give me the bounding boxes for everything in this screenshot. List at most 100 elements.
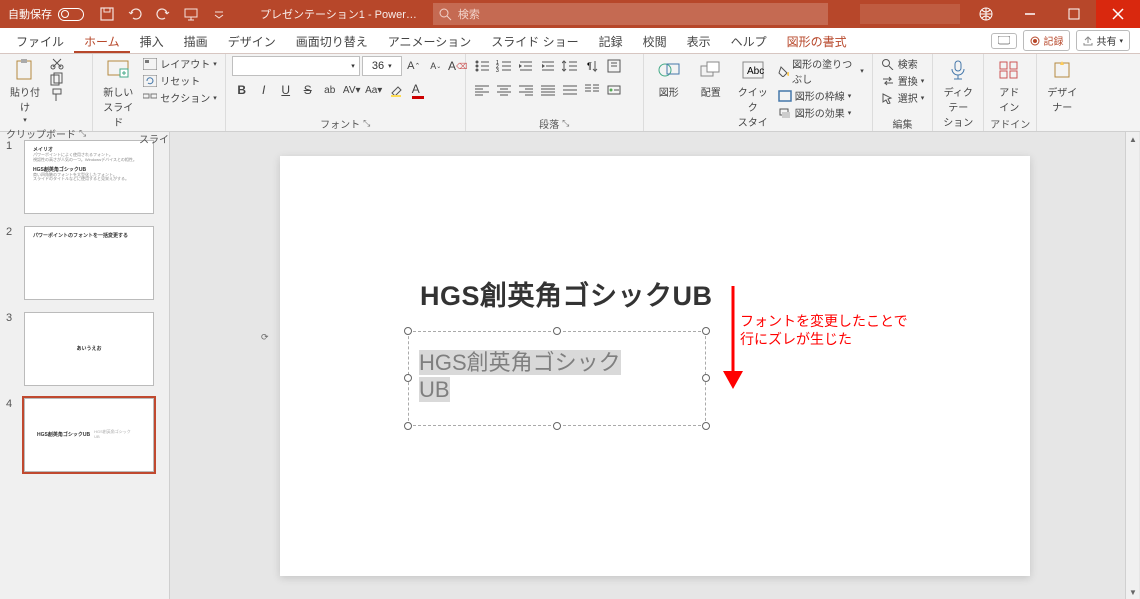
layout-button[interactable]: レイアウト▾	[141, 56, 219, 71]
tab-transition[interactable]: 画面切り替え	[286, 28, 378, 53]
align-right-button[interactable]	[516, 80, 536, 100]
user-account[interactable]	[860, 4, 960, 24]
textbox-content[interactable]: HGS創英角ゴシックUB	[409, 343, 705, 410]
line-spacing-button[interactable]	[560, 56, 580, 76]
arrange-button[interactable]: 配置	[692, 56, 730, 101]
align-left-button[interactable]	[472, 80, 492, 100]
cut-button[interactable]	[48, 56, 66, 70]
slide-editor[interactable]: HGS創英角ゴシックUB ⟳ HGS創英角ゴシックUB フォントを変更したこ	[170, 132, 1140, 599]
resize-handle[interactable]	[553, 422, 561, 430]
dictate-button[interactable]: ディクテー ション	[939, 56, 977, 131]
web-icon[interactable]	[964, 0, 1008, 28]
font-name-select[interactable]: ▾	[232, 56, 360, 76]
numbering-button[interactable]: 123	[494, 56, 514, 76]
shape-effect-button[interactable]: 図形の効果▾	[776, 105, 866, 120]
text-direction-button[interactable]: ¶	[582, 56, 602, 76]
resize-handle[interactable]	[553, 327, 561, 335]
distribute-button[interactable]	[560, 80, 580, 100]
launcher-icon[interactable]: ⤡	[363, 118, 370, 129]
redo-icon[interactable]	[150, 2, 176, 26]
tab-design[interactable]: デザイン	[218, 28, 286, 53]
share-button[interactable]: 共有▾	[1076, 30, 1130, 51]
find-button[interactable]: 検索	[879, 56, 927, 71]
italic-button[interactable]: I	[254, 80, 274, 100]
resize-handle[interactable]	[404, 422, 412, 430]
tab-review[interactable]: 校閲	[633, 28, 677, 53]
slideshow-start-icon[interactable]	[178, 2, 204, 26]
qat-dropdown-icon[interactable]	[206, 2, 232, 26]
shape-fill-button[interactable]: 図形の塗りつぶし▾	[776, 56, 866, 86]
shapes-button[interactable]: 図形	[650, 56, 688, 101]
tab-slideshow[interactable]: スライド ショー	[481, 28, 588, 53]
vertical-scrollbar[interactable]: ▲ ▼	[1125, 132, 1139, 599]
thumb-3[interactable]: 3 あいうえお	[6, 312, 163, 386]
shape-outline-button[interactable]: 図形の枠線▾	[776, 88, 866, 103]
scroll-up-icon[interactable]: ▲	[1126, 132, 1140, 146]
search-box[interactable]: 検索	[433, 3, 828, 25]
tab-insert[interactable]: 挿入	[130, 28, 174, 53]
tab-animation[interactable]: アニメーション	[378, 28, 482, 53]
format-painter-button[interactable]	[48, 88, 66, 102]
decrease-font-icon[interactable]: A⌄	[426, 56, 446, 76]
bullets-button[interactable]	[472, 56, 492, 76]
slide-panel[interactable]: 1 メイリオ パワーポイントによく使用されるフォント。 視認性の高さが人気の一つ…	[0, 132, 170, 599]
tab-home[interactable]: ホーム	[74, 28, 130, 53]
save-icon[interactable]	[94, 2, 120, 26]
tab-draw[interactable]: 描画	[174, 28, 218, 53]
clear-format-icon[interactable]: A⌫	[448, 56, 468, 76]
launcher-icon[interactable]: ⤡	[562, 118, 569, 129]
slide-heading[interactable]: HGS創英角ゴシックUB	[420, 274, 713, 313]
launcher-icon[interactable]: ⤡	[79, 128, 86, 139]
tab-shape-format[interactable]: 図形の書式	[777, 28, 857, 53]
undo-icon[interactable]	[122, 2, 148, 26]
increase-font-icon[interactable]: A⌃	[404, 56, 424, 76]
bold-button[interactable]: B	[232, 80, 252, 100]
resize-handle[interactable]	[404, 374, 412, 382]
replace-button[interactable]: 置換▾	[879, 73, 927, 88]
addins-button[interactable]: アド イン	[990, 56, 1028, 116]
titlebar: 自動保存 プレゼンテーション1 - Power… 検索	[0, 0, 1140, 28]
font-size-select[interactable]: 36▾	[362, 56, 402, 76]
font-color-button[interactable]: A	[408, 80, 428, 100]
select-button[interactable]: 選択▾	[879, 90, 927, 105]
paste-button[interactable]: 貼り付け ▾	[6, 56, 44, 126]
shadow-button[interactable]: ab	[320, 80, 340, 100]
tab-view[interactable]: 表示	[677, 28, 721, 53]
copy-button[interactable]	[48, 72, 66, 86]
resize-handle[interactable]	[404, 327, 412, 335]
thumb-1[interactable]: 1 メイリオ パワーポイントによく使用されるフォント。 視認性の高さが人気の一つ…	[6, 140, 163, 214]
reset-button[interactable]: リセット	[141, 73, 219, 88]
new-slide-button[interactable]: 新しい スライド	[99, 56, 137, 131]
designer-button[interactable]: デザイ ナー	[1043, 56, 1081, 116]
tab-record[interactable]: 記録	[589, 28, 633, 53]
close-button[interactable]	[1096, 0, 1140, 28]
scroll-down-icon[interactable]: ▼	[1126, 585, 1140, 599]
record-button[interactable]: 記録	[1023, 30, 1070, 51]
indent-dec-button[interactable]	[516, 56, 536, 76]
thumb-4[interactable]: 4 HGS創英角ゴシックUB HGS創英角ゴシック UB	[6, 398, 163, 472]
comments-button[interactable]	[991, 33, 1017, 49]
indent-inc-button[interactable]	[538, 56, 558, 76]
justify-button[interactable]	[538, 80, 558, 100]
underline-button[interactable]: U	[276, 80, 296, 100]
section-button[interactable]: セクション▾	[141, 90, 219, 105]
spacing-button[interactable]: AV▾	[342, 80, 362, 100]
resize-handle[interactable]	[702, 327, 710, 335]
smartart-button[interactable]	[604, 80, 624, 100]
columns-button[interactable]	[582, 80, 602, 100]
tab-help[interactable]: ヘルプ	[721, 28, 777, 53]
selected-textbox[interactable]: ⟳ HGS創英角ゴシックUB	[408, 331, 706, 426]
align-text-button[interactable]	[604, 56, 624, 76]
resize-handle[interactable]	[702, 422, 710, 430]
strike-button[interactable]: S	[298, 80, 318, 100]
case-button[interactable]: Aa▾	[364, 80, 384, 100]
autosave-toggle[interactable]: 自動保存	[0, 6, 92, 22]
thumb-2[interactable]: 2 パワーポイントのフォントを一括変更する	[6, 226, 163, 300]
maximize-button[interactable]	[1052, 0, 1096, 28]
align-center-button[interactable]	[494, 80, 514, 100]
highlight-button[interactable]	[386, 80, 406, 100]
minimize-button[interactable]	[1008, 0, 1052, 28]
tab-file[interactable]: ファイル	[6, 28, 74, 53]
fill-icon	[778, 65, 789, 77]
resize-handle[interactable]	[702, 374, 710, 382]
